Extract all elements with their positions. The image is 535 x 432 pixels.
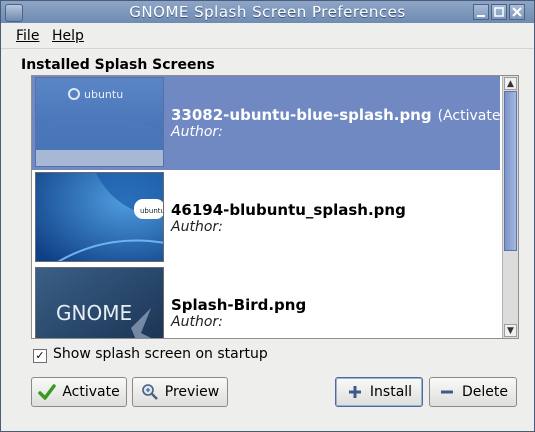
svg-text:ubuntu: ubuntu <box>84 88 123 101</box>
splash-thumbnail: ubuntu <box>35 77 164 167</box>
menu-help[interactable]: Help <box>52 28 84 44</box>
delete-button[interactable]: Delete <box>429 377 517 407</box>
show-on-startup-option[interactable]: ✓ Show splash screen on startup <box>33 346 268 363</box>
menu-bar: File Help <box>1 24 534 49</box>
list-item[interactable]: ubuntu 33082-ubuntu-blue-splash.png (Acti… <box>32 76 515 170</box>
checkmark-icon <box>38 383 57 401</box>
install-button[interactable]: Install <box>335 377 423 407</box>
splash-author: Author: <box>171 219 223 235</box>
splash-name: 46194-blubuntu_splash.png <box>171 201 406 219</box>
scroll-down-icon[interactable]: ▼ <box>504 324 517 337</box>
splash-thumbnail: ubuntu <box>35 172 164 262</box>
preview-button[interactable]: Preview <box>132 377 228 407</box>
main-window: GNOME Splash Screen Preferences File Hel… <box>0 0 535 432</box>
title-bar[interactable]: GNOME Splash Screen Preferences <box>1 1 534 23</box>
splash-author: Author: <box>171 314 223 330</box>
splash-thumbnail: GNOME <box>35 267 164 338</box>
window-title: GNOME Splash Screen Preferences <box>129 3 406 21</box>
list-scrollbar[interactable]: ▲ ▼ <box>502 76 518 338</box>
activate-button[interactable]: Activate <box>31 377 127 407</box>
maximize-icon[interactable] <box>491 4 507 20</box>
scrollbar-thumb[interactable] <box>504 91 517 251</box>
list-item[interactable]: GNOME Splash-Bird.png Author: <box>32 266 500 338</box>
svg-text:GNOME: GNOME <box>56 301 132 325</box>
scroll-up-icon[interactable]: ▲ <box>504 77 517 90</box>
menu-file[interactable]: File <box>16 28 39 44</box>
close-icon[interactable] <box>509 4 525 20</box>
minus-icon <box>438 383 456 401</box>
svg-text:ubuntu: ubuntu <box>140 207 164 215</box>
installed-splash-screens-label: Installed Splash Screens <box>21 57 215 73</box>
splash-name: 33082-ubuntu-blue-splash.png (Activated) <box>171 106 515 124</box>
list-item[interactable]: ubuntu 46194-blubuntu_splash.png Author: <box>32 171 500 265</box>
splash-screen-list[interactable]: ubuntu 33082-ubuntu-blue-splash.png (Acti… <box>31 75 519 339</box>
plus-icon <box>346 383 364 401</box>
show-on-startup-label: Show splash screen on startup <box>53 346 268 362</box>
splash-author: Author: <box>171 124 223 140</box>
minimize-icon[interactable] <box>473 4 489 20</box>
magnifier-icon <box>141 383 159 401</box>
splash-name: Splash-Bird.png <box>171 296 307 314</box>
show-on-startup-checkbox[interactable]: ✓ <box>33 349 47 363</box>
